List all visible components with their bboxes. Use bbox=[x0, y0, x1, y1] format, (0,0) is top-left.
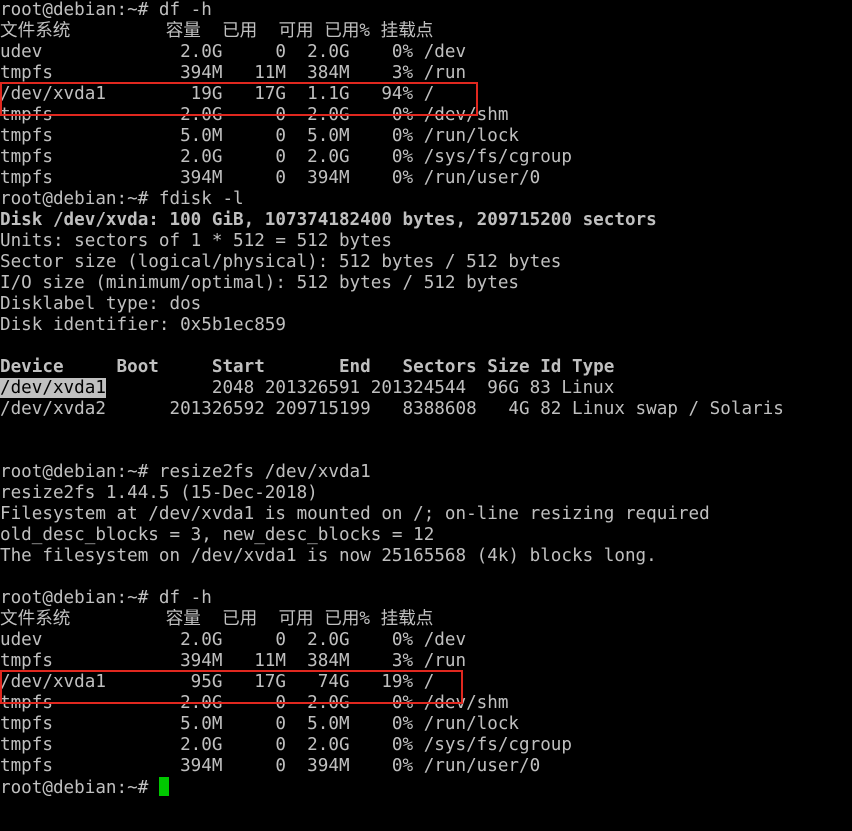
terminal-line: tmpfs 2.0G 0 2.0G 0% /sys/fs/cgroup bbox=[0, 735, 572, 755]
terminal-line: root@debian:~# fdisk -l bbox=[0, 189, 244, 209]
terminal-line: The filesystem on /dev/xvda1 is now 2516… bbox=[0, 546, 657, 566]
terminal-line: resize2fs 1.44.5 (15-Dec-2018) bbox=[0, 483, 318, 503]
terminal-line: 文件系统 容量 已用 可用 已用% 挂载点 bbox=[0, 21, 434, 41]
text-cursor bbox=[158, 777, 169, 796]
terminal-line: old_desc_blocks = 3, new_desc_blocks = 1… bbox=[0, 525, 435, 545]
terminal-line-partition-header: Device Boot Start End Sectors Size Id Ty… bbox=[0, 357, 615, 377]
terminal-line: Disk identifier: 0x5b1ec859 bbox=[0, 315, 286, 335]
terminal-line: Disklabel type: dos bbox=[0, 294, 202, 314]
terminal-line-disk-summary: Disk /dev/xvda: 100 GiB, 107374182400 by… bbox=[0, 210, 657, 230]
terminal-line: /dev/xvda1 19G 17G 1.1G 94% / bbox=[0, 84, 435, 104]
terminal-line: root@debian:~# df -h bbox=[0, 0, 212, 20]
terminal-line: I/O size (minimum/optimal): 512 bytes / … bbox=[0, 273, 520, 293]
terminal-line: tmpfs 5.0M 0 5.0M 0% /run/lock bbox=[0, 126, 520, 146]
terminal-line: tmpfs 394M 0 394M 0% /run/user/0 bbox=[0, 756, 541, 776]
terminal-line: udev 2.0G 0 2.0G 0% /dev bbox=[0, 42, 467, 62]
terminal-line: tmpfs 394M 11M 384M 3% /run bbox=[0, 651, 467, 671]
partition-row-rest: 2048 201326591 201324544 96G 83 Linux bbox=[105, 378, 615, 398]
terminal-line: tmpfs 394M 11M 384M 3% /run bbox=[0, 63, 467, 83]
terminal-line-partition-xvda1: /dev/xvda1 2048 201326591 201324544 96G … bbox=[0, 378, 784, 399]
terminal-prompt-line[interactable]: root@debian:~# bbox=[0, 777, 784, 798]
terminal-output: root@debian:~# df -h 文件系统 容量 已用 可用 已用% 挂… bbox=[0, 0, 784, 798]
terminal-line: tmpfs 5.0M 0 5.0M 0% /run/lock bbox=[0, 714, 520, 734]
terminal-line: tmpfs 2.0G 0 2.0G 0% /dev/shm bbox=[0, 693, 509, 713]
terminal-line: tmpfs 2.0G 0 2.0G 0% /sys/fs/cgroup bbox=[0, 147, 572, 167]
terminal-line: root@debian:~# df -h bbox=[0, 588, 212, 608]
terminal-line: /dev/xvda2 201326592 209715199 8388608 4… bbox=[0, 399, 784, 419]
terminal-line: Sector size (logical/physical): 512 byte… bbox=[0, 252, 562, 272]
terminal-window[interactable]: root@debian:~# df -h 文件系统 容量 已用 可用 已用% 挂… bbox=[0, 0, 852, 831]
terminal-line: 文件系统 容量 已用 可用 已用% 挂载点 bbox=[0, 609, 434, 629]
shell-prompt: root@debian:~# bbox=[0, 778, 159, 798]
terminal-line: tmpfs 2.0G 0 2.0G 0% /dev/shm bbox=[0, 105, 509, 125]
terminal-line: root@debian:~# resize2fs /dev/xvda1 bbox=[0, 462, 371, 482]
terminal-line: /dev/xvda1 95G 17G 74G 19% / bbox=[0, 672, 435, 692]
terminal-line: Units: sectors of 1 * 512 = 512 bytes bbox=[0, 231, 392, 251]
selected-text: /dev/xvda1 bbox=[0, 378, 106, 398]
terminal-line: tmpfs 394M 0 394M 0% /run/user/0 bbox=[0, 168, 541, 188]
terminal-line: udev 2.0G 0 2.0G 0% /dev bbox=[0, 630, 467, 650]
terminal-line: Filesystem at /dev/xvda1 is mounted on /… bbox=[0, 504, 710, 524]
